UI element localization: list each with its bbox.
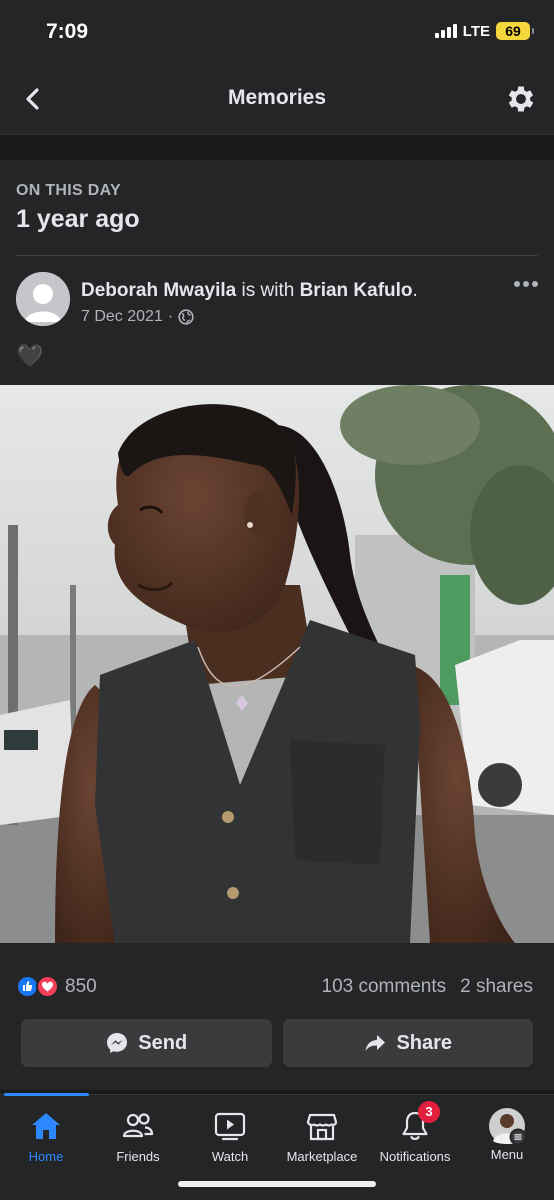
engagement-stats: 103 comments 2 shares: [322, 976, 534, 998]
tab-watch[interactable]: Watch: [184, 1095, 276, 1175]
signal-icon: [434, 24, 457, 38]
status-time: 7:09: [46, 20, 89, 43]
dot: [514, 281, 520, 287]
status-indicators: LTE 69: [434, 22, 534, 40]
tab-marketplace[interactable]: Marketplace: [276, 1095, 368, 1175]
photo-image: [0, 385, 554, 943]
author-name[interactable]: Deborah Mwayila: [81, 280, 236, 301]
menu-avatar-icon: [488, 1107, 527, 1146]
meta-separator: ·: [167, 308, 174, 325]
reaction-count[interactable]: 850: [65, 976, 97, 998]
page-title: Memories: [227, 86, 327, 109]
settings-button[interactable]: [504, 82, 538, 116]
love-reaction-icon: [36, 975, 59, 998]
post-meta: 7 Dec 2021 ·: [81, 308, 194, 326]
on-this-day-label: ON THIS DAY: [16, 182, 121, 199]
post-photo[interactable]: [0, 385, 554, 943]
share-arrow-icon: [365, 1035, 386, 1051]
home-icon: [29, 1109, 63, 1143]
share-label: Share: [396, 1031, 453, 1054]
thumbs-up-icon: [23, 981, 33, 991]
post-options-button[interactable]: [514, 278, 538, 290]
memory-period: 1 year ago: [16, 205, 140, 233]
share-button[interactable]: Share: [282, 1019, 533, 1067]
battery-icon: 69: [496, 22, 534, 40]
marketplace-icon: [305, 1109, 339, 1143]
section-separator: [0, 134, 554, 160]
shares-count[interactable]: 2 shares: [460, 976, 533, 998]
send-button[interactable]: Send: [21, 1019, 272, 1067]
gear-icon: [508, 86, 534, 112]
home-indicator: [178, 1181, 376, 1187]
globe-icon: [178, 309, 194, 325]
default-avatar-icon: [16, 272, 70, 326]
watch-icon: [213, 1109, 247, 1143]
tab-watch-label: Watch: [211, 1149, 249, 1164]
status-bar: 7:09 LTE 69: [0, 0, 554, 66]
tab-notifications-label: Notifications: [379, 1149, 451, 1164]
comments-count[interactable]: 103 comments: [322, 976, 447, 998]
top-bar: Memories: [0, 66, 554, 134]
author-avatar[interactable]: [16, 272, 70, 326]
send-label: Send: [138, 1031, 188, 1054]
tab-friends-label: Friends: [116, 1149, 160, 1164]
memory-card: ON THIS DAY 1 year ago Deborah Mwayila i…: [0, 160, 554, 1090]
messenger-icon: [107, 1033, 128, 1053]
tab-notifications[interactable]: 3 Notifications: [369, 1095, 461, 1175]
reactions-row: 850 103 comments 2 shares: [16, 975, 533, 999]
tab-menu[interactable]: Menu: [461, 1095, 553, 1175]
tab-friends[interactable]: Friends: [92, 1095, 184, 1175]
tab-marketplace-label: Marketplace: [286, 1149, 358, 1164]
tab-menu-label: Menu: [490, 1147, 524, 1162]
dot: [523, 281, 529, 287]
tab-home[interactable]: Home: [0, 1095, 92, 1175]
network-type: LTE: [462, 22, 490, 40]
tab-home-label: Home: [28, 1149, 64, 1164]
bell-icon: 3: [398, 1101, 440, 1143]
post-date[interactable]: 7 Dec 2021: [81, 308, 163, 326]
tagged-suffix: .: [412, 280, 418, 301]
tagged-friend[interactable]: Brian Kafulo: [300, 280, 413, 301]
reaction-icons[interactable]: [16, 975, 60, 999]
with-connector: is with: [236, 280, 300, 301]
divider: [16, 255, 538, 256]
post-caption: 🖤: [16, 343, 44, 368]
dot: [532, 281, 538, 287]
post-actions: Send Share: [21, 1019, 533, 1067]
notification-badge: 3: [418, 1101, 440, 1123]
heart-icon: [42, 981, 53, 992]
post-author-line: Deborah Mwayila is with Brian Kafulo.: [81, 280, 418, 302]
friends-icon: [121, 1109, 155, 1143]
